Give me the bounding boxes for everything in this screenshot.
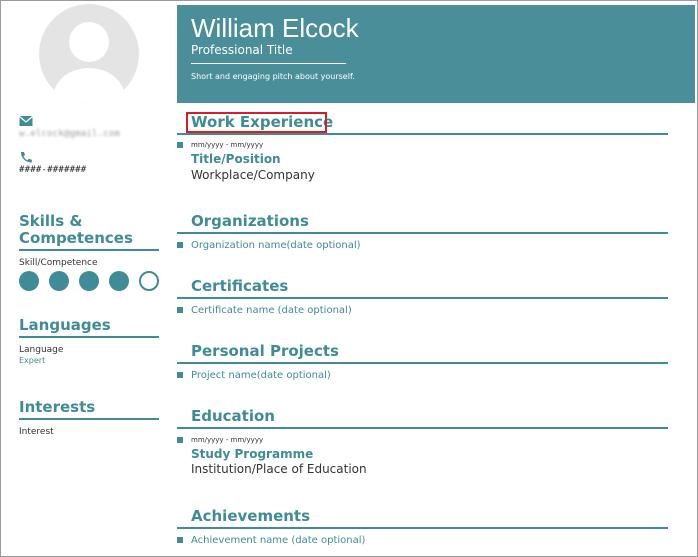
certificate-item[interactable]: Certificate name (date optional): [191, 305, 352, 316]
organizations-bullet: [177, 242, 183, 248]
professional-title[interactable]: Professional Title: [191, 43, 293, 57]
organizations-heading[interactable]: Organizations: [191, 212, 309, 230]
phone-text[interactable]: ####-#######: [19, 165, 86, 175]
organizations-rule: [177, 232, 668, 234]
projects-heading[interactable]: Personal Projects: [191, 342, 339, 360]
education-date[interactable]: mm/yyyy - mm/yyyy: [191, 436, 263, 444]
work-experience-rule: [177, 133, 668, 135]
skill-dot-filled[interactable]: [79, 271, 99, 291]
work-bullet: [177, 142, 183, 148]
education-bullet: [177, 437, 183, 443]
header-banner: William Elcock Professional Title Short …: [177, 5, 695, 103]
email-icon: [19, 116, 33, 126]
skill-dot-filled[interactable]: [109, 271, 129, 291]
education-heading[interactable]: Education: [191, 407, 275, 425]
work-date[interactable]: mm/yyyy - mm/yyyy: [191, 141, 263, 149]
interests-heading: Interests: [19, 399, 159, 420]
achievements-bullet: [177, 537, 183, 543]
achievements-heading[interactable]: Achievements: [191, 507, 310, 525]
language-level[interactable]: Expert: [19, 356, 45, 365]
projects-rule: [177, 362, 668, 364]
project-item[interactable]: Project name(date optional): [191, 370, 331, 381]
organization-item[interactable]: Organization name(date optional): [191, 240, 361, 251]
languages-heading: Languages: [19, 317, 159, 338]
skill-level-rating[interactable]: [19, 271, 159, 291]
pitch-text[interactable]: Short and engaging pitch about yourself.: [191, 72, 355, 81]
avatar-head-shape: [69, 22, 109, 62]
achievement-item[interactable]: Achievement name (date optional): [191, 535, 365, 546]
avatar-body-shape: [53, 68, 125, 104]
phone-icon: [21, 152, 32, 163]
avatar-placeholder[interactable]: [39, 4, 139, 104]
skills-heading-line1: Skills &: [19, 212, 83, 230]
work-title[interactable]: Title/Position: [191, 152, 281, 166]
skills-heading-line2: Competences: [19, 229, 133, 247]
language-label[interactable]: Language: [19, 345, 63, 355]
education-programme[interactable]: Study Programme: [191, 447, 313, 461]
skill-dot-filled[interactable]: [49, 271, 69, 291]
education-rule: [177, 427, 668, 429]
work-company[interactable]: Workplace/Company: [191, 168, 315, 182]
certificates-heading[interactable]: Certificates: [191, 277, 288, 295]
education-institution[interactable]: Institution/Place of Education: [191, 462, 367, 476]
skill-dot-filled[interactable]: [19, 271, 39, 291]
email-text[interactable]: w.elcock@gmail.com: [19, 129, 120, 139]
full-name[interactable]: William Elcock: [191, 13, 359, 44]
resume-page: w.elcock@gmail.com ####-####### Skills &…: [0, 0, 698, 557]
header-divider: [191, 63, 346, 64]
selection-highlight-box: [186, 112, 327, 133]
interest-label[interactable]: Interest: [19, 427, 54, 437]
skill-label[interactable]: Skill/Competence: [19, 258, 98, 268]
certificates-rule: [177, 297, 668, 299]
certificates-bullet: [177, 307, 183, 313]
achievements-rule: [177, 527, 668, 529]
skills-heading: Skills & Competences: [19, 213, 159, 251]
projects-bullet: [177, 372, 183, 378]
skill-dot-empty[interactable]: [139, 271, 159, 291]
